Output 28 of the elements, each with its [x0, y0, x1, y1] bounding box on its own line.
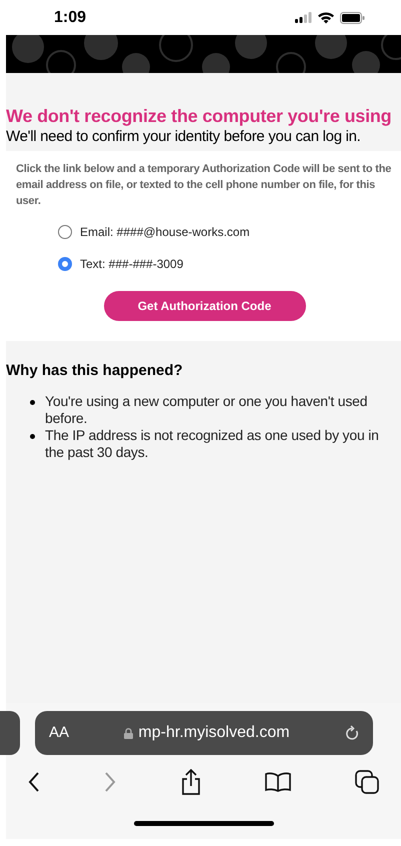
- text-size-button[interactable]: AA: [49, 722, 70, 744]
- reason-text: You're using a new computer or one you haven't used before.: [45, 393, 368, 427]
- tabs-icon[interactable]: [355, 770, 379, 794]
- share-icon[interactable]: [180, 769, 200, 795]
- get-code-button[interactable]: Get Authorization Code: [104, 291, 306, 321]
- radio-button[interactable]: [58, 257, 72, 271]
- back-icon[interactable]: [28, 772, 40, 792]
- status-time: 1:09: [54, 8, 86, 28]
- reason-text: The IP address is not recognized as one used by you in the past 30 days.: [45, 427, 380, 461]
- radio-button[interactable]: [58, 225, 72, 239]
- battery-icon: [340, 12, 365, 24]
- wifi-icon: [318, 12, 334, 24]
- address-bar[interactable]: AA mp-hr.myisolved.com: [35, 711, 373, 755]
- option-label: Email: ####@house-works.com: [80, 224, 250, 241]
- instructions-text: Click the link below and a temporary Authorization Code will be sent to the email address on file, or texted to the cell phone number on file, for this user.: [16, 162, 392, 209]
- option-label: Text: ###-###-3009: [80, 256, 184, 273]
- bullet-icon: [30, 434, 35, 439]
- page-heading: We don't recognize the computer you're using: [6, 105, 392, 127]
- url-text: mp-hr.myisolved.com: [138, 723, 290, 743]
- lock-icon: [124, 728, 134, 738]
- page-subheading: We'll need to confirm your identity before you can log in.: [6, 127, 362, 147]
- book-icon[interactable]: [264, 772, 291, 792]
- forward-icon[interactable]: [104, 772, 116, 792]
- bullet-icon: [30, 400, 35, 405]
- tab-preview[interactable]: [0, 711, 20, 755]
- reload-icon[interactable]: [345, 725, 359, 741]
- section-heading: Why has this happened?: [6, 361, 184, 381]
- signal-icon: [295, 12, 312, 23]
